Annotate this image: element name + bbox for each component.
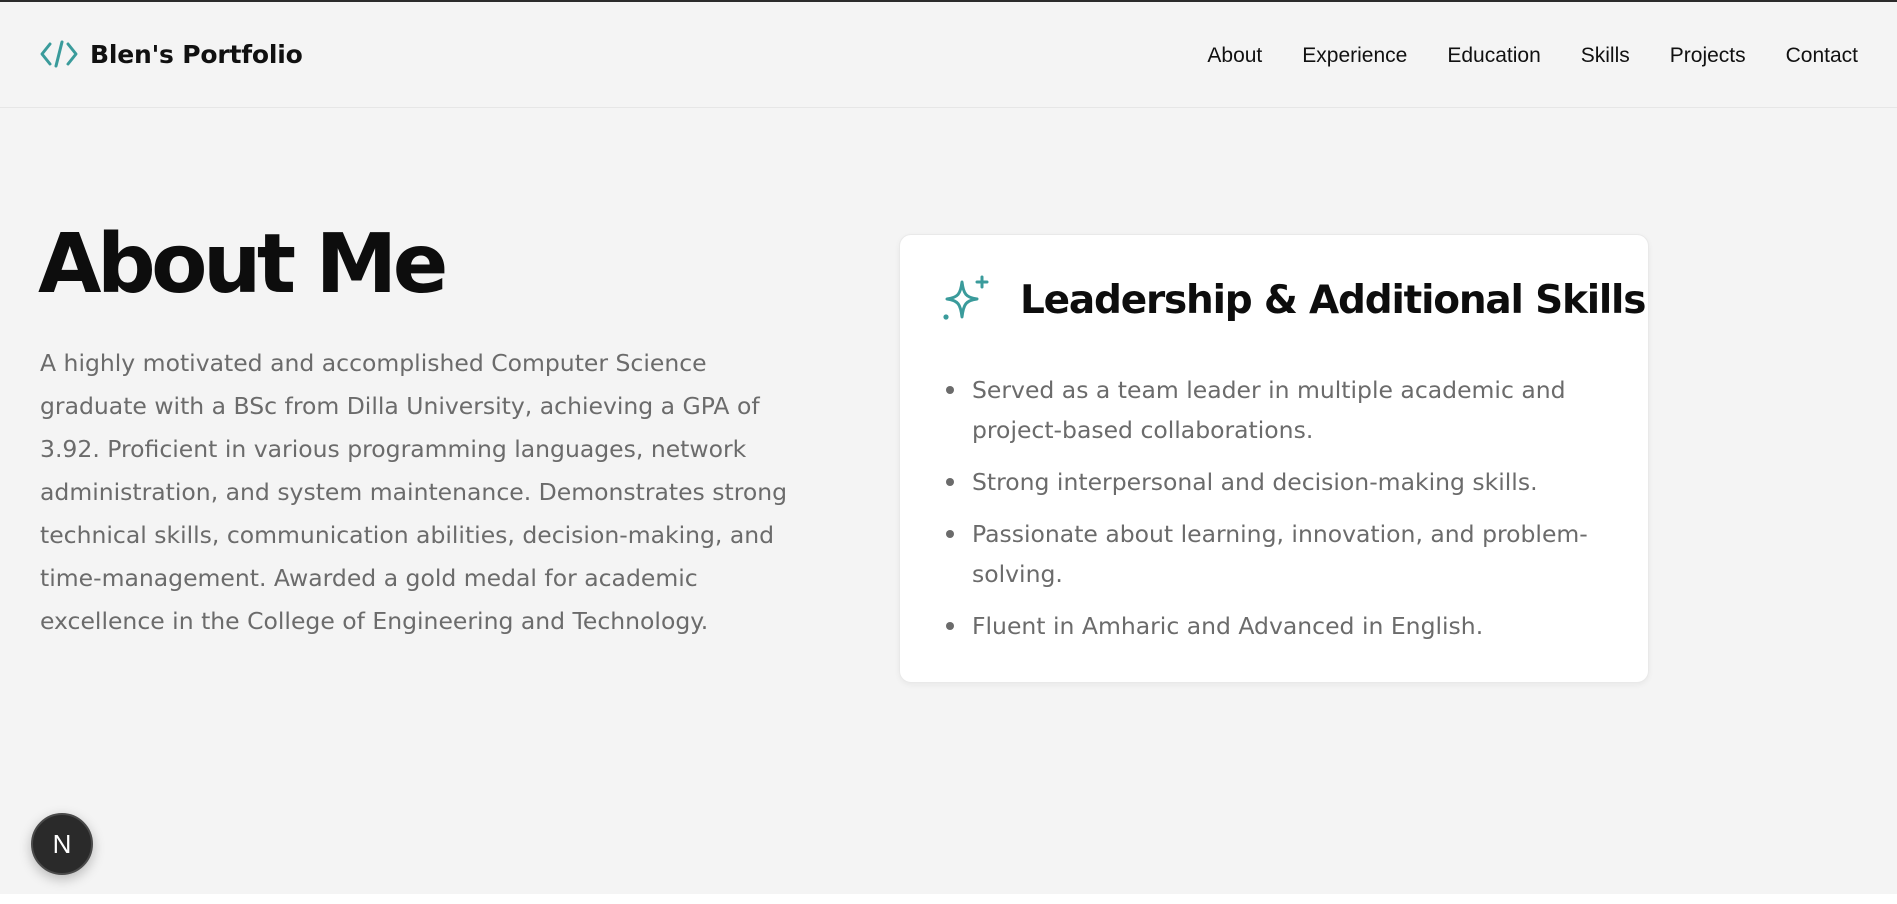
list-item: Strong interpersonal and decision-making…	[942, 462, 1602, 502]
code-brackets-icon	[40, 40, 78, 68]
nav-link-projects[interactable]: Projects	[1670, 44, 1746, 68]
nav-link-education[interactable]: Education	[1447, 44, 1540, 68]
list-item: Fluent in Amharic and Advanced in Englis…	[942, 606, 1602, 646]
bullet	[946, 386, 954, 394]
skills-list: Served as a team leader in multiple acad…	[942, 370, 1602, 658]
sparkles-icon	[943, 275, 989, 320]
bullet	[946, 622, 954, 630]
nextjs-dev-indicator-button[interactable]: N	[31, 813, 93, 875]
brand[interactable]: Blen's Portfolio	[40, 38, 303, 70]
nav-link-experience[interactable]: Experience	[1302, 44, 1407, 68]
leadership-skills-card: Leadership & Additional Skills Served as…	[899, 234, 1649, 683]
about-heading: About Me	[38, 217, 448, 312]
bullet	[946, 530, 954, 538]
bullet	[946, 478, 954, 486]
list-item-text: Served as a team leader in multiple acad…	[972, 376, 1566, 444]
list-item-text: Fluent in Amharic and Advanced in Englis…	[972, 612, 1484, 640]
list-item: Passionate about learning, innovation, a…	[942, 514, 1602, 594]
main-nav: About Experience Education Skills Projec…	[1207, 44, 1858, 68]
nav-link-skills[interactable]: Skills	[1581, 44, 1630, 68]
card-header: Leadership & Additional Skills	[940, 274, 1646, 326]
site-header: Blen's Portfolio About Experience Educat…	[0, 2, 1897, 108]
nextjs-icon: N	[52, 828, 72, 859]
card-title: Leadership & Additional Skills	[1020, 277, 1646, 323]
nav-link-about[interactable]: About	[1207, 44, 1262, 68]
brand-title: Blen's Portfolio	[90, 39, 303, 69]
list-item-text: Passionate about learning, innovation, a…	[972, 520, 1588, 588]
about-description: A highly motivated and accomplished Comp…	[40, 349, 788, 635]
bottom-strip	[0, 894, 1897, 904]
list-item-text: Strong interpersonal and decision-making…	[972, 468, 1538, 496]
nav-link-contact[interactable]: Contact	[1786, 44, 1858, 68]
list-item: Served as a team leader in multiple acad…	[942, 370, 1602, 450]
